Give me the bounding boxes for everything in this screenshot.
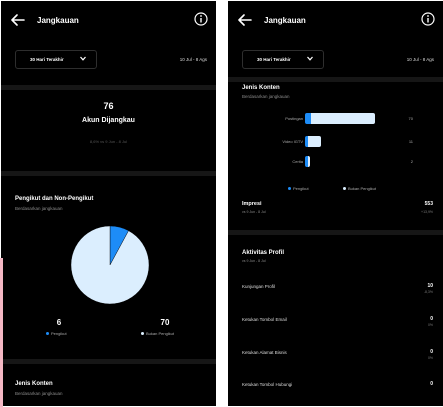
- chevron-down-icon: [80, 56, 86, 61]
- accounts-reached-label: Akun Dijangkau: [82, 117, 135, 124]
- date-filter-label: 30 Hari Terakhir: [30, 57, 64, 62]
- row-value: 0: [430, 349, 433, 355]
- bar-non-followers: [308, 156, 311, 167]
- bar-non-followers: [310, 113, 376, 124]
- followers-section-subtitle: Berdasarkan jangkauan: [15, 206, 63, 211]
- page-title: Jangkauan: [37, 16, 79, 25]
- bar-category-label: Postingan: [285, 116, 303, 121]
- date-filter-label: 30 Hari Terakhir: [257, 57, 291, 62]
- content-section-title: Jenis Konten: [242, 85, 280, 91]
- divider: [228, 77, 443, 82]
- accounts-reached-change: 8,6% vs 9 Jun - 8 Jul: [89, 139, 128, 144]
- bar-followers: [305, 113, 311, 124]
- bar-non-followers: [308, 136, 321, 147]
- impressions-sub: vs 9 Jun - 8 Jul: [242, 210, 266, 214]
- row-change: 0%: [427, 356, 433, 360]
- followers-pie-chart: [70, 225, 150, 305]
- legend-followers-label: Pengikut: [293, 186, 309, 191]
- bar-category-label: Video IGTV: [282, 139, 303, 144]
- info-icon[interactable]: [194, 12, 208, 26]
- row-value: 0: [430, 316, 433, 322]
- followers-value: 6: [56, 318, 62, 327]
- top-bar: Jangkauan: [228, 1, 443, 41]
- bar-value-label: 11: [408, 139, 413, 144]
- followers-section-title: Pengikut dan Non-Pengikut: [15, 196, 94, 202]
- top-bar: Jangkauan: [1, 1, 216, 41]
- bar-row: [305, 136, 321, 147]
- non-followers-legend: Bukan Pengikut: [141, 331, 174, 336]
- bar-category-label: Cerita: [292, 159, 303, 164]
- info-icon[interactable]: [421, 12, 435, 26]
- followers-label: Pengikut: [51, 331, 67, 336]
- row-label: Ketukan Tombol Hubungi: [242, 382, 293, 387]
- date-range: 10 Jul - 8 Ags: [179, 57, 207, 62]
- impressions-value: 553: [424, 201, 433, 207]
- date-filter-dropdown[interactable]: 30 Hari Terakhir: [242, 50, 324, 69]
- legend-dot: [46, 332, 49, 336]
- content-section-subtitle: Berdasarkan jangkauan: [15, 391, 63, 396]
- bar-value-label: 2: [410, 159, 413, 164]
- non-followers-value: 70: [160, 318, 170, 327]
- chevron-down-icon: [307, 56, 313, 61]
- date-range: 10 Jul - 8 Ags: [406, 57, 434, 62]
- divider: [228, 230, 443, 235]
- edge-marker: [0, 258, 3, 407]
- pie-slice-bukan-pengikut: [70, 225, 150, 305]
- row-change: -8,3%: [423, 290, 433, 294]
- legend-dot: [141, 332, 144, 336]
- followers-legend: Pengikut: [46, 331, 67, 336]
- profile-activity-subtitle: vs 9 Jun - 8 Jul: [242, 259, 266, 263]
- divider: [1, 359, 216, 364]
- divider: [1, 85, 216, 90]
- legend-non-followers-label: Bukan Pengikut: [348, 186, 377, 191]
- content-section-title: Jenis Konten: [15, 381, 53, 387]
- back-arrow-icon[interactable]: [238, 14, 252, 26]
- screen-left: Jangkauan 30 Hari Terakhir 10 Jul - 8 Ag…: [1, 1, 216, 406]
- bar-row: [305, 156, 311, 167]
- row-label: Kunjungan Profil: [242, 284, 276, 289]
- page-title: Jangkauan: [264, 16, 306, 25]
- non-followers-label: Bukan Pengikut: [146, 331, 175, 336]
- bar-value-label: 70: [408, 116, 413, 121]
- impressions-label: Impresi: [242, 201, 262, 207]
- date-filter-dropdown[interactable]: 30 Hari Terakhir: [15, 50, 97, 69]
- row-value: 0: [430, 381, 433, 387]
- row-label: Ketukan Alamat Bisnis: [242, 350, 287, 355]
- bar-row: [305, 113, 376, 124]
- row-label: Ketukan Tombol Email: [242, 317, 287, 322]
- legend-dot: [288, 187, 291, 191]
- legend-dot: [343, 187, 346, 191]
- impressions-change: +13,9%: [421, 210, 433, 214]
- legend-non-followers: Bukan Pengikut: [343, 186, 376, 191]
- back-arrow-icon[interactable]: [11, 14, 25, 26]
- row-change: 0%: [427, 323, 433, 327]
- screen-right: Jangkauan 30 Hari Terakhir 10 Jul - 8 Ag…: [228, 1, 443, 406]
- accounts-reached-value: 76: [103, 101, 114, 111]
- content-section-subtitle: Berdasarkan jangkauan: [242, 94, 290, 99]
- row-value: 10: [427, 283, 433, 289]
- legend-followers: Pengikut: [288, 186, 309, 191]
- divider: [1, 171, 216, 176]
- profile-activity-title: Aktivitas Profil: [242, 250, 285, 256]
